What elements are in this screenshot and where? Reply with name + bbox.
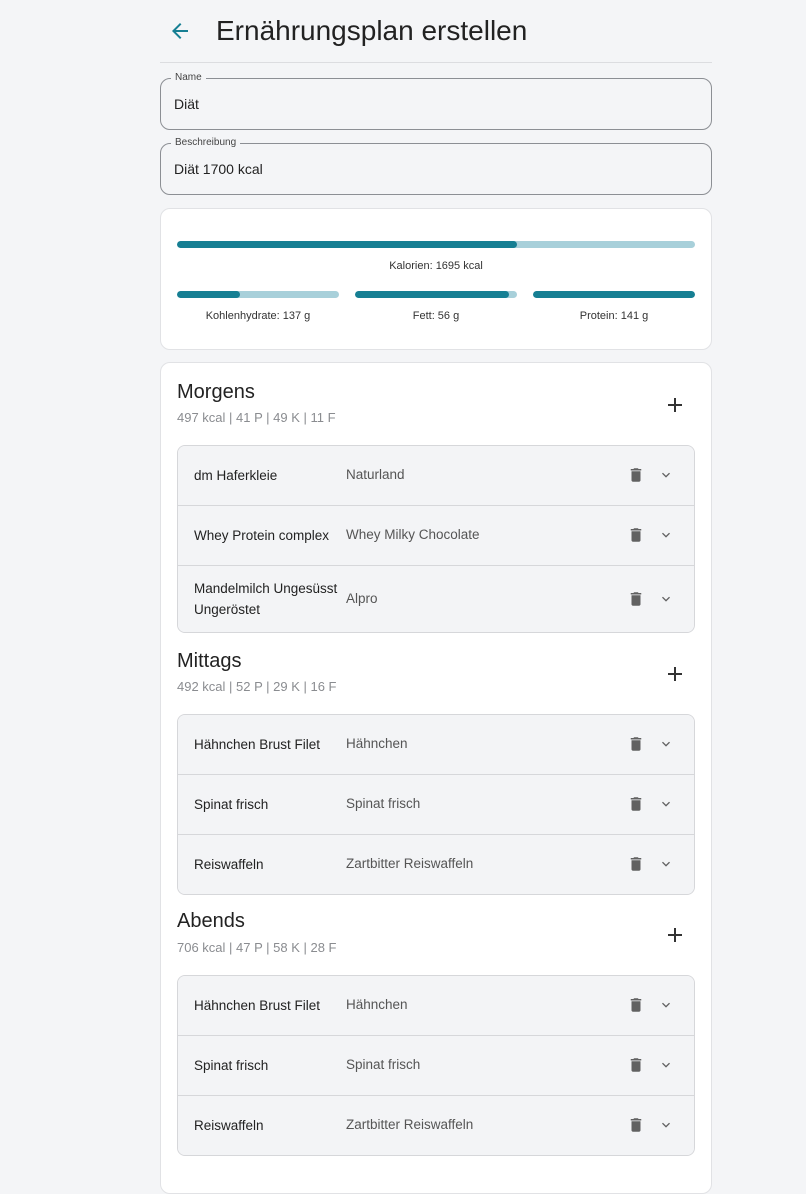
- trash-icon[interactable]: [627, 1055, 645, 1075]
- food-brand: Naturland: [346, 467, 405, 482]
- meals-card: Morgens 497 kcal | 41 P | 49 K | 11 F dm…: [160, 362, 712, 1194]
- carbs-progress-fill: [177, 291, 241, 298]
- food-row[interactable]: Hähnchen Brust Filet Hähnchen: [178, 976, 694, 1036]
- chevron-down-icon[interactable]: [658, 1117, 674, 1133]
- add-food-abends-button[interactable]: [663, 923, 687, 947]
- app-header: Ernährungsplan erstellen: [160, 0, 712, 63]
- meal-title-abends: Abends: [177, 910, 245, 932]
- name-input[interactable]: [174, 96, 694, 112]
- meal-summary-mittags: 492 kcal | 52 P | 29 K | 16 F: [177, 679, 337, 694]
- food-list-mittags: Hähnchen Brust Filet Hähnchen Spinat fri…: [177, 714, 695, 895]
- food-name: Reiswaffeln: [194, 1118, 264, 1133]
- food-name: Reiswaffeln: [194, 857, 264, 872]
- trash-icon[interactable]: [627, 734, 645, 754]
- protein-progress-bar: [533, 291, 695, 298]
- food-brand: Zartbitter Reiswaffeln: [346, 1117, 474, 1132]
- meal-summary-abends: 706 kcal | 47 P | 58 K | 28 F: [177, 940, 337, 955]
- food-name: Mandelmilch Ungesüsst Ungeröstet: [194, 581, 338, 617]
- calories-label: Kalorien: 1695 kcal: [389, 260, 483, 272]
- chevron-down-icon[interactable]: [658, 736, 674, 752]
- food-brand: Hähnchen: [346, 997, 408, 1012]
- calories-progress-bar: [177, 241, 695, 248]
- chevron-down-icon[interactable]: [658, 591, 674, 607]
- description-input[interactable]: [174, 161, 694, 177]
- fat-progress-bar: [355, 291, 517, 298]
- food-brand: Hähnchen: [346, 736, 408, 751]
- add-food-morgens-button[interactable]: [663, 393, 687, 417]
- back-arrow-icon[interactable]: [168, 19, 192, 43]
- protein-progress-fill: [533, 291, 695, 298]
- name-field[interactable]: Name: [160, 72, 712, 130]
- food-brand: Whey Milky Chocolate: [346, 527, 480, 542]
- meal-title-morgens: Morgens: [177, 381, 255, 403]
- description-field[interactable]: Beschreibung: [160, 137, 712, 195]
- food-name: Hähnchen Brust Filet: [194, 737, 321, 752]
- food-row[interactable]: Whey Protein complex Whey Milky Chocolat…: [178, 506, 694, 566]
- carbs-progress-bar: [177, 291, 339, 298]
- trash-icon[interactable]: [627, 854, 645, 874]
- food-row[interactable]: Spinat frisch Spinat frisch: [178, 775, 694, 835]
- food-row[interactable]: Mandelmilch Ungesüsst Ungeröstet Alpro: [178, 566, 694, 632]
- trash-icon[interactable]: [627, 525, 645, 545]
- chevron-down-icon[interactable]: [658, 1057, 674, 1073]
- meal-summary-morgens: 497 kcal | 41 P | 49 K | 11 F: [177, 410, 336, 425]
- food-row[interactable]: Hähnchen Brust Filet Hähnchen: [178, 715, 694, 775]
- description-field-label: Beschreibung: [171, 137, 241, 149]
- trash-icon[interactable]: [627, 589, 645, 609]
- food-name: Spinat frisch: [194, 1058, 269, 1073]
- chevron-down-icon[interactable]: [658, 527, 674, 543]
- food-brand: Spinat frisch: [346, 796, 421, 811]
- food-brand: Spinat frisch: [346, 1057, 421, 1072]
- food-brand: Zartbitter Reiswaffeln: [346, 856, 474, 871]
- chevron-down-icon[interactable]: [658, 856, 674, 872]
- page-title: Ernährungsplan erstellen: [216, 15, 528, 46]
- food-brand: Alpro: [346, 591, 378, 606]
- food-row[interactable]: dm Haferkleie Naturland: [178, 446, 694, 506]
- food-row[interactable]: Reiswaffeln Zartbitter Reiswaffeln: [178, 835, 694, 894]
- fat-progress-fill: [355, 291, 509, 298]
- calories-progress-fill: [177, 241, 517, 248]
- food-name: Spinat frisch: [194, 797, 269, 812]
- food-row[interactable]: Reiswaffeln Zartbitter Reiswaffeln: [178, 1096, 694, 1155]
- trash-icon[interactable]: [627, 794, 645, 814]
- trash-icon[interactable]: [627, 465, 645, 485]
- carbs-label: Kohlenhydrate: 137 g: [205, 310, 311, 322]
- nutrition-summary-card: Kalorien: 1695 kcal Kohlenhydrate: 137 g…: [160, 208, 712, 350]
- chevron-down-icon[interactable]: [658, 467, 674, 483]
- page-container: Ernährungsplan erstellen Name Beschreibu…: [160, 0, 712, 1194]
- protein-label: Protein: 141 g: [579, 310, 649, 322]
- fat-label: Fett: 56 g: [412, 310, 460, 322]
- trash-icon[interactable]: [627, 995, 645, 1015]
- chevron-down-icon[interactable]: [658, 796, 674, 812]
- food-list-morgens: dm Haferkleie Naturland Whey Protein com…: [177, 445, 695, 633]
- name-field-label: Name: [171, 72, 206, 84]
- food-name: Hähnchen Brust Filet: [194, 998, 321, 1013]
- food-name: Whey Protein complex: [194, 528, 330, 543]
- chevron-down-icon[interactable]: [658, 997, 674, 1013]
- food-list-abends: Hähnchen Brust Filet Hähnchen Spinat fri…: [177, 975, 695, 1156]
- meal-title-mittags: Mittags: [177, 650, 242, 672]
- add-food-mittags-button[interactable]: [663, 662, 687, 686]
- trash-icon[interactable]: [627, 1115, 645, 1135]
- food-name: dm Haferkleie: [194, 468, 278, 483]
- food-row[interactable]: Spinat frisch Spinat frisch: [178, 1036, 694, 1096]
